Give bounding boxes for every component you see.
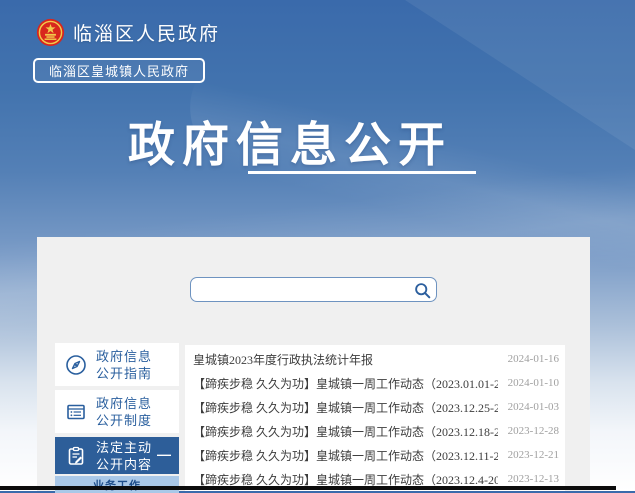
article-date: 2023-12-21: [498, 449, 559, 461]
list-item[interactable]: 【蹄疾步稳 久久为功】皇城镇一周工作动态（2023.12.25-2023.12.…: [185, 395, 565, 419]
article-title-link[interactable]: 【蹄疾步稳 久久为功】皇城镇一周工作动态（2023.01.01-2023.01.…: [193, 375, 498, 392]
sidebar-item-label: 政府信息 公开指南: [96, 348, 152, 382]
sidebar-item-label: 政府信息 公开制度: [96, 395, 152, 429]
header-brand[interactable]: 临淄区人民政府: [36, 18, 220, 47]
page-title-underline: [248, 171, 476, 174]
article-date: 2023-12-13: [498, 473, 559, 485]
sidebar-item-gov-info-guide[interactable]: 政府信息 公开指南: [55, 343, 179, 386]
article-title-link[interactable]: 【蹄疾步稳 久久为功】皇城镇一周工作动态（2023.12.25-2023.12.…: [193, 399, 498, 416]
page-title: 政府信息公开: [0, 106, 580, 175]
article-list: 皇城镇2023年度行政执法统计年报 2024-01-16 【蹄疾步稳 久久为功】…: [185, 345, 565, 491]
sidebar-item-statutory-disclosure[interactable]: 法定主动 公开内容 —: [55, 437, 179, 474]
search-icon: [414, 282, 431, 299]
gov-name[interactable]: 临淄区人民政府: [73, 19, 220, 46]
window-edge: [0, 486, 616, 490]
article-date: 2023-12-28: [498, 425, 559, 437]
sidebar-subitem-business-work[interactable]: 业务工作: [55, 476, 179, 493]
search-button[interactable]: [412, 280, 432, 300]
article-title-link[interactable]: 皇城镇2023年度行政执法统计年报: [193, 351, 498, 368]
list-item[interactable]: 【蹄疾步稳 久久为功】皇城镇一周工作动态（2023.12.18-2023.12.…: [185, 419, 565, 443]
article-title-link[interactable]: 【蹄疾步稳 久久为功】皇城镇一周工作动态（2023.12.4-2023.12.1…: [193, 471, 498, 488]
list-item[interactable]: 皇城镇2023年度行政执法统计年报 2024-01-16: [185, 347, 565, 371]
article-title-link[interactable]: 【蹄疾步稳 久久为功】皇城镇一周工作动态（2023.12.18-2023.12.…: [193, 423, 498, 440]
list-item[interactable]: 【蹄疾步稳 久久为功】皇城镇一周工作动态（2023.12.11-2023.12.…: [185, 443, 565, 467]
sub-gov-link[interactable]: 临淄区皇城镇人民政府: [33, 58, 205, 83]
sidebar-item-gov-info-system[interactable]: 政府信息 公开制度: [55, 390, 179, 433]
national-emblem-icon: [36, 18, 65, 47]
article-date: 2024-01-16: [498, 353, 559, 365]
compass-icon: [64, 353, 88, 377]
article-date: 2024-01-03: [498, 401, 559, 413]
article-date: 2024-01-10: [498, 377, 559, 389]
article-title-link[interactable]: 【蹄疾步稳 久久为功】皇城镇一周工作动态（2023.12.11-2023.12.…: [193, 447, 498, 464]
collapse-minus-icon[interactable]: —: [157, 446, 171, 462]
list-item[interactable]: 【蹄疾步稳 久久为功】皇城镇一周工作动态（2023.01.01-2023.01.…: [185, 371, 565, 395]
content-panel: 政府信息 公开指南 政府信息 公开制度: [37, 237, 590, 491]
search-bar: [190, 277, 437, 302]
sidebar-item-label: 法定主动 公开内容: [96, 439, 152, 473]
document-list-icon: [64, 400, 88, 424]
clipboard-pen-icon: [64, 444, 88, 468]
search-input[interactable]: [190, 277, 437, 302]
